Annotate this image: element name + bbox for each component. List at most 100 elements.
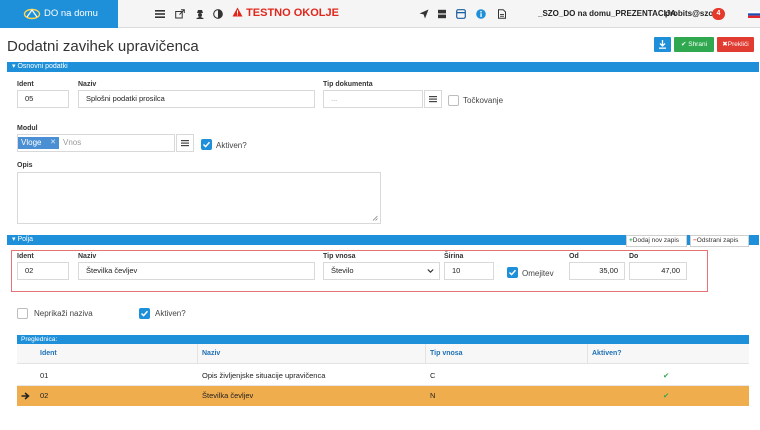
environment-name[interactable]: _SZO_DO na domu_PREZENTACIJA — [538, 9, 676, 18]
input-type-select[interactable]: Število — [323, 262, 440, 280]
remove-record-button[interactable]: −Odstrani zapis — [690, 235, 749, 247]
doctype-label: Tip dokumenta — [323, 81, 373, 88]
description-textarea[interactable] — [17, 172, 381, 224]
check-icon — [140, 310, 149, 317]
table-row[interactable]: 01 Opis življenjske situacije upravičenc… — [17, 366, 749, 386]
brand-logo-icon — [23, 8, 41, 20]
language-flag-icon[interactable] — [748, 11, 760, 18]
to-label: Do — [629, 253, 639, 260]
list-icon — [429, 96, 437, 103]
info-icon[interactable] — [476, 9, 486, 19]
row-ident: 02 — [40, 391, 49, 400]
name-input[interactable]: Splošni podatki prosilca — [78, 90, 315, 108]
ident-label: Ident — [17, 81, 34, 88]
module-placeholder: Vnos — [63, 138, 82, 147]
row-active-check-icon: ✔ — [663, 371, 670, 380]
save-label: Shrani — [688, 41, 708, 48]
notification-badge[interactable]: 4 — [712, 8, 725, 20]
test-environment-label: TESTNO OKOLJE — [246, 7, 339, 19]
chevron-down-icon: ▾ — [12, 236, 16, 243]
hide-name-checkbox[interactable] — [17, 308, 28, 319]
external-link-icon[interactable] — [175, 9, 185, 19]
from-input[interactable]: 35,00 — [569, 262, 625, 280]
field-name-input[interactable]: Številka čevljev — [78, 262, 315, 280]
name-label: Naziv — [78, 81, 97, 88]
check-icon — [508, 269, 517, 276]
input-type-value: Število — [331, 266, 354, 275]
to-input[interactable]: 47,00 — [629, 262, 687, 280]
hide-name-label: Neprikaži naziva — [34, 309, 93, 318]
section-basic-title: Osnovni podatki — [17, 63, 68, 70]
warning-icon — [232, 7, 243, 17]
column-divider — [587, 344, 588, 364]
table-row-selected[interactable]: 02 Številka čevljev N ✔ — [17, 386, 749, 406]
row-name: Opis življenjske situacije upravičenca — [202, 371, 326, 380]
contrast-icon[interactable] — [213, 9, 223, 19]
description-label: Opis — [17, 162, 33, 169]
section-fields-title: Polja — [17, 236, 34, 243]
field-name-label: Naziv — [78, 253, 97, 260]
row-type: C — [430, 371, 436, 380]
chevron-down-icon: ▾ — [12, 63, 16, 70]
limited-checkbox[interactable] — [507, 267, 518, 278]
section-basic-header[interactable]: ▾ Osnovni podatki — [7, 62, 759, 72]
width-label: Širina — [444, 253, 464, 260]
remove-record-label: Odstrani zapis — [696, 237, 739, 244]
brand-link[interactable]: DO na domu — [0, 0, 118, 28]
from-label: Od — [569, 253, 579, 260]
cancel-button[interactable]: ✖Prekliči — [717, 37, 754, 52]
save-button[interactable]: ✔ Shrani — [674, 37, 714, 52]
add-record-label: Dodaj nov zapis — [632, 237, 680, 244]
module-tag-label: Vloge — [21, 138, 42, 147]
ident-input[interactable]: 05 — [17, 90, 69, 108]
row-active-check-icon: ✔ — [663, 391, 670, 400]
list-icon[interactable] — [155, 9, 165, 19]
send-icon[interactable] — [419, 9, 429, 19]
test-environment-warning: TESTNO OKOLJE — [232, 7, 339, 19]
resize-handle-icon[interactable] — [372, 215, 378, 221]
user-menu[interactable]: probits@szo — [665, 9, 713, 18]
list-icon — [181, 140, 189, 147]
remove-tag-icon[interactable]: ✕ — [50, 137, 56, 149]
download-button[interactable] — [654, 37, 671, 52]
column-divider — [197, 344, 198, 364]
column-header-type[interactable]: Tip vnosa — [430, 344, 463, 364]
module-tag[interactable]: Vloge ✕ — [18, 137, 59, 149]
server-icon[interactable] — [437, 9, 447, 19]
row-type: N — [430, 391, 436, 400]
doctype-input[interactable]: ... — [323, 90, 423, 108]
tockovanje-checkbox[interactable] — [448, 95, 459, 106]
row-ident: 01 — [40, 371, 49, 380]
field-active-checkbox[interactable] — [139, 308, 150, 319]
tockovanje-label: Točkovanje — [463, 96, 504, 105]
field-active-label: Aktiven? — [155, 309, 186, 318]
cancel-label: Prekliči — [727, 41, 749, 48]
width-input[interactable]: 10 — [444, 262, 494, 280]
download-icon — [659, 40, 666, 49]
column-header-ident[interactable]: Ident — [40, 344, 57, 364]
column-header-active[interactable]: Aktiven? — [592, 344, 622, 364]
doctype-picker-button[interactable] — [424, 90, 442, 108]
arrow-right-icon — [21, 392, 30, 400]
check-icon — [202, 141, 211, 148]
limited-label: Omejitev — [522, 269, 554, 278]
input-type-label: Tip vnosa — [323, 253, 356, 260]
chevron-down-icon — [427, 269, 434, 274]
row-name: Številka čevljev — [202, 391, 254, 400]
grid-title: Preglednica: — [17, 335, 749, 344]
module-picker-button[interactable] — [176, 134, 194, 152]
grid-header-row: Ident Naziv Tip vnosa Aktiven? — [17, 344, 749, 364]
field-ident-input[interactable]: 02 — [17, 262, 69, 280]
field-ident-label: Ident — [17, 253, 34, 260]
brand-title: DO na domu — [44, 8, 98, 19]
add-record-button[interactable]: +Dodaj nov zapis — [626, 235, 687, 247]
user-secret-icon[interactable] — [195, 9, 205, 19]
window-icon[interactable] — [456, 9, 466, 19]
top-navbar: DO na domu TESTNO OKOLJE _SZO_DO na domu… — [0, 0, 760, 28]
page-title: Dodatni zavihek upravičenca — [7, 38, 199, 55]
active-checkbox[interactable] — [201, 139, 212, 150]
column-header-name[interactable]: Naziv — [202, 344, 220, 364]
document-icon[interactable] — [497, 9, 507, 19]
active-label: Aktiven? — [216, 141, 247, 150]
column-divider — [425, 344, 426, 364]
